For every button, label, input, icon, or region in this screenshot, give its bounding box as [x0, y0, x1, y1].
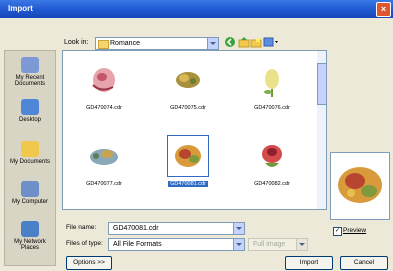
preview-pane [330, 152, 390, 220]
place-label: My Computer [11, 199, 48, 205]
file-thumbnail [167, 135, 209, 177]
file-name: GD470075.cdr [170, 105, 206, 111]
preview-label: Preview [343, 227, 367, 234]
file-name: GD470076.cdr [254, 105, 290, 111]
place-label: Desktop [18, 117, 41, 123]
preview-image [338, 167, 382, 203]
up-folder-icon[interactable] [238, 36, 250, 48]
look-in-dropdown[interactable]: Romance [95, 37, 219, 50]
file-name: GD470077.cdr [86, 181, 122, 187]
file-thumbnail [83, 59, 125, 101]
new-folder-icon[interactable] [250, 36, 262, 48]
file-list[interactable]: GD470074.cdr GD470075.cdr GD470076.cdr G… [62, 50, 319, 210]
views-menu-icon[interactable] [263, 36, 279, 48]
place-my-computer[interactable]: My Computer [5, 181, 55, 205]
preview-checkbox[interactable]: ✓ [333, 227, 342, 236]
file-item-selected[interactable]: GD470081.cdr [153, 135, 223, 187]
look-in-label: Look in: [64, 39, 89, 46]
chevron-down-icon [296, 239, 307, 250]
places-bar: My Recent Documents Desktop My Documents… [4, 50, 56, 266]
file-name: GD470074.cdr [86, 105, 122, 111]
desktop-icon [21, 99, 39, 115]
network-places-icon [21, 221, 39, 237]
scrollbar-thumb[interactable] [317, 63, 327, 105]
file-item[interactable]: GD470082.cdr [237, 135, 307, 187]
chevron-down-icon[interactable] [233, 239, 244, 250]
title-bar: Import × [0, 0, 393, 18]
my-documents-icon [21, 141, 39, 157]
cancel-button[interactable]: Cancel [340, 256, 388, 270]
place-recent-documents[interactable]: My Recent Documents [5, 57, 55, 87]
file-item[interactable]: GD470075.cdr [153, 59, 223, 111]
close-button[interactable]: × [376, 2, 391, 17]
place-label: My Recent Documents [14, 75, 46, 87]
place-label: My Network Places [14, 239, 46, 251]
file-thumbnail [167, 59, 209, 101]
chevron-down-icon[interactable] [207, 38, 218, 49]
options-button[interactable]: Options >> [66, 256, 112, 270]
back-icon[interactable] [224, 36, 236, 48]
folder-icon [98, 40, 109, 49]
file-item[interactable]: GD470076.cdr [237, 59, 307, 111]
import-button[interactable]: Import [285, 256, 333, 270]
place-desktop[interactable]: Desktop [5, 99, 55, 123]
files-of-type-label: Files of type: [66, 240, 103, 247]
place-label: My Documents [9, 159, 50, 165]
file-name-label: File name: [66, 224, 97, 231]
file-item[interactable]: GD470074.cdr [69, 59, 139, 111]
full-image-dropdown[interactable]: Full image [248, 238, 308, 251]
file-thumbnail [251, 59, 293, 101]
file-thumbnail [251, 135, 293, 177]
file-item[interactable]: GD470077.cdr [69, 135, 139, 187]
recent-documents-icon [21, 57, 39, 73]
vertical-scrollbar[interactable] [317, 50, 327, 210]
place-my-documents[interactable]: My Documents [5, 141, 55, 165]
files-of-type-dropdown[interactable]: All File Formats [108, 238, 245, 251]
window-title: Import [8, 4, 33, 13]
look-in-value: Romance [110, 40, 140, 47]
file-name-field[interactable]: GD470081.cdr [108, 222, 245, 235]
file-name: GD470081.cdr [168, 181, 208, 187]
file-thumbnail [83, 135, 125, 177]
place-network[interactable]: My Network Places [5, 221, 55, 251]
file-name: GD470082.cdr [254, 181, 290, 187]
chevron-down-icon[interactable] [233, 223, 244, 234]
my-computer-icon [21, 181, 39, 197]
